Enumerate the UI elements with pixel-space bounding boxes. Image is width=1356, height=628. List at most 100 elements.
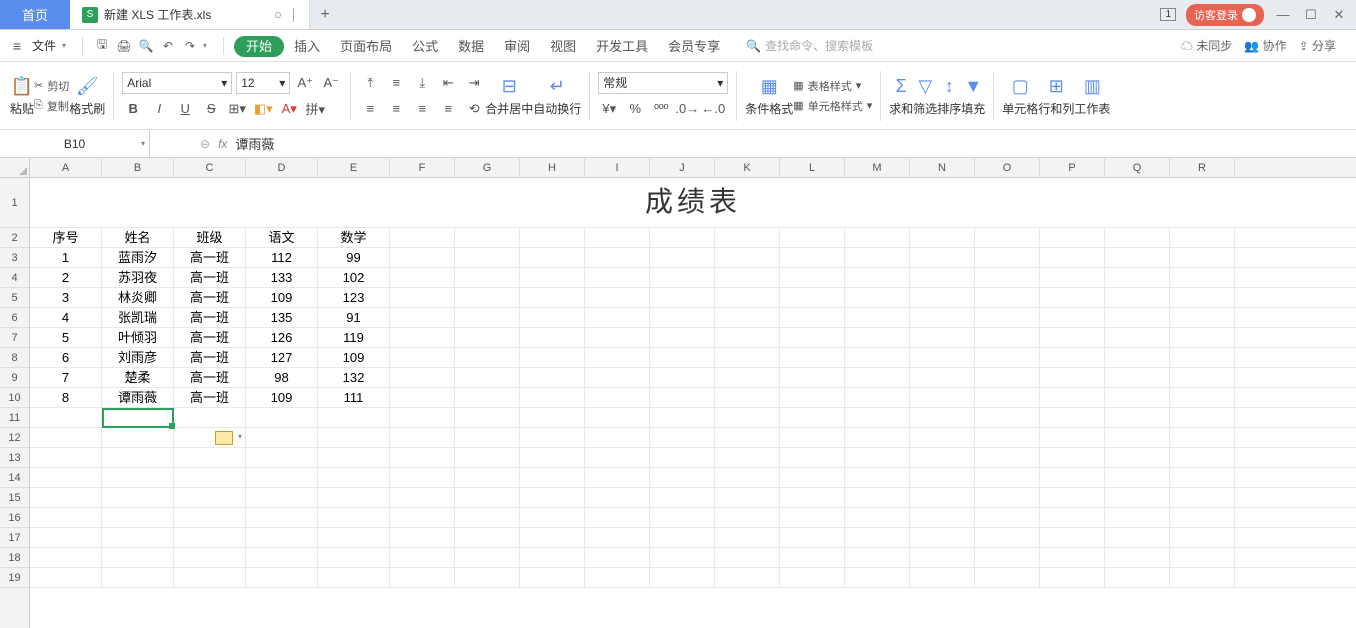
cell[interactable] <box>102 548 174 567</box>
col-header-G[interactable]: G <box>455 158 520 177</box>
share-button[interactable]: ⇪ 分享 <box>1299 37 1336 54</box>
cell[interactable] <box>30 408 102 427</box>
cell[interactable] <box>30 468 102 487</box>
cell[interactable] <box>246 408 318 427</box>
title-cell[interactable]: 成绩表 <box>30 178 1356 227</box>
cell[interactable]: 高一班 <box>174 288 246 307</box>
cell[interactable] <box>455 288 520 307</box>
cell[interactable] <box>1170 488 1235 507</box>
cell[interactable]: 7 <box>30 368 102 387</box>
align-left-button[interactable]: ≡ <box>359 98 381 120</box>
font-select[interactable]: Arial▾ <box>122 72 232 94</box>
row-header-7[interactable]: 7 <box>0 328 29 348</box>
menu-tab-8[interactable]: 会员专享 <box>658 39 730 54</box>
close-button[interactable]: ✕ <box>1330 7 1348 23</box>
cell[interactable]: 林炎卿 <box>102 288 174 307</box>
cell[interactable] <box>1040 388 1105 407</box>
cell[interactable] <box>650 248 715 267</box>
cell[interactable] <box>650 288 715 307</box>
cell[interactable] <box>520 228 585 247</box>
cell[interactable] <box>780 568 845 587</box>
cell[interactable] <box>30 568 102 587</box>
cell[interactable] <box>174 468 246 487</box>
cell[interactable] <box>455 228 520 247</box>
cell[interactable] <box>715 248 780 267</box>
row-header-18[interactable]: 18 <box>0 548 29 568</box>
row-header-2[interactable]: 2 <box>0 228 29 248</box>
table-style-button[interactable]: ▦ 表格样式▾ <box>793 78 872 94</box>
cell[interactable] <box>455 568 520 587</box>
col-header-O[interactable]: O <box>975 158 1040 177</box>
cell[interactable] <box>715 408 780 427</box>
cell[interactable]: 高一班 <box>174 368 246 387</box>
col-header-D[interactable]: D <box>246 158 318 177</box>
cell[interactable] <box>390 548 455 567</box>
row-header-4[interactable]: 4 <box>0 268 29 288</box>
cell[interactable] <box>650 308 715 327</box>
cell[interactable] <box>174 408 246 427</box>
cell[interactable] <box>585 528 650 547</box>
cell[interactable] <box>585 368 650 387</box>
cell[interactable]: 高一班 <box>174 268 246 287</box>
cell[interactable] <box>1170 268 1235 287</box>
menu-tab-2[interactable]: 页面布局 <box>330 39 402 54</box>
cell[interactable] <box>780 508 845 527</box>
cell[interactable] <box>975 528 1040 547</box>
col-header-F[interactable]: F <box>390 158 455 177</box>
cell[interactable] <box>520 508 585 527</box>
cell[interactable] <box>975 548 1040 567</box>
cell[interactable] <box>1040 368 1105 387</box>
cell[interactable] <box>390 568 455 587</box>
cell[interactable] <box>715 268 780 287</box>
cell[interactable] <box>585 548 650 567</box>
wrap-text-button[interactable]: ↵自动换行 <box>533 74 581 117</box>
cell[interactable] <box>780 468 845 487</box>
fx-icon[interactable]: fx <box>218 137 227 151</box>
cell[interactable] <box>1105 488 1170 507</box>
cell[interactable] <box>102 488 174 507</box>
cell[interactable] <box>650 368 715 387</box>
cell[interactable] <box>520 248 585 267</box>
select-all-corner[interactable] <box>0 158 30 177</box>
cell[interactable] <box>1040 468 1105 487</box>
cell[interactable]: 91 <box>318 308 390 327</box>
currency-button[interactable]: ¥▾ <box>598 98 620 120</box>
col-header-M[interactable]: M <box>845 158 910 177</box>
cell[interactable]: 112 <box>246 248 318 267</box>
cell[interactable] <box>780 288 845 307</box>
border-button[interactable]: ⊞▾ <box>226 98 248 120</box>
chevron-down-icon[interactable]: ▾ <box>203 41 207 50</box>
cell[interactable] <box>390 308 455 327</box>
new-tab-button[interactable]: + <box>310 0 340 29</box>
cell[interactable] <box>585 288 650 307</box>
cell[interactable] <box>650 268 715 287</box>
cell[interactable] <box>650 568 715 587</box>
undo-icon[interactable]: ↶ <box>159 37 177 55</box>
cell[interactable] <box>650 428 715 447</box>
decrease-font-button[interactable]: A⁻ <box>320 72 342 94</box>
cell[interactable]: 蓝雨汐 <box>102 248 174 267</box>
cell[interactable] <box>1170 248 1235 267</box>
cell[interactable] <box>455 248 520 267</box>
cell[interactable] <box>780 528 845 547</box>
cell[interactable] <box>1105 508 1170 527</box>
cell[interactable] <box>30 428 102 447</box>
cell[interactable] <box>715 228 780 247</box>
cell[interactable] <box>1040 228 1105 247</box>
cell[interactable] <box>1105 348 1170 367</box>
paste-button[interactable]: 📋粘贴 <box>10 74 34 117</box>
cell[interactable] <box>1040 308 1105 327</box>
cell[interactable] <box>780 308 845 327</box>
cell[interactable] <box>390 488 455 507</box>
cell[interactable] <box>585 468 650 487</box>
cell[interactable] <box>30 488 102 507</box>
col-header-J[interactable]: J <box>650 158 715 177</box>
cell[interactable] <box>1105 308 1170 327</box>
cell[interactable] <box>975 288 1040 307</box>
align-justify-button[interactable]: ≡ <box>437 98 459 120</box>
cell[interactable] <box>650 528 715 547</box>
cell[interactable] <box>910 388 975 407</box>
cell[interactable] <box>585 448 650 467</box>
cell[interactable] <box>455 348 520 367</box>
cell[interactable] <box>520 328 585 347</box>
